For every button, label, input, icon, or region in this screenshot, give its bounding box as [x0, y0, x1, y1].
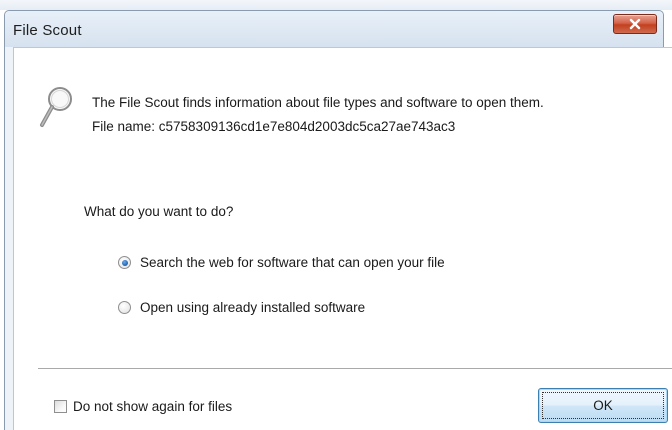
- radio-open-installed[interactable]: [118, 301, 131, 314]
- do-not-show-label: Do not show again for files: [73, 399, 233, 414]
- radio-search-web[interactable]: [118, 256, 131, 269]
- close-icon: [629, 18, 641, 30]
- option-search-web[interactable]: Search the web for software that can ope…: [118, 255, 445, 270]
- title-bar[interactable]: File Scout: [5, 11, 663, 47]
- window-title: File Scout: [13, 22, 82, 39]
- file-name-label: File name: c5758309136cd1e7e804d2003dc5c…: [92, 119, 456, 134]
- ok-button[interactable]: OK: [538, 388, 668, 423]
- background-strip: [0, 0, 672, 10]
- do-not-show-again[interactable]: Do not show again for files: [54, 399, 232, 414]
- close-button[interactable]: [613, 14, 657, 34]
- option-open-installed-label: Open using already installed software: [140, 300, 366, 315]
- option-open-installed[interactable]: Open using already installed software: [118, 300, 365, 315]
- option-search-web-label: Search the web for software that can ope…: [140, 255, 445, 270]
- ok-button-label: OK: [593, 398, 613, 413]
- file-scout-dialog: File Scout The File Scout finds informat…: [4, 10, 672, 430]
- separator-line: [38, 368, 672, 370]
- info-description: The File Scout finds information about f…: [92, 95, 544, 110]
- magnifier-icon: [40, 87, 72, 127]
- dialog-content: The File Scout finds information about f…: [13, 47, 672, 430]
- question-label: What do you want to do?: [84, 204, 234, 219]
- do-not-show-checkbox[interactable]: [54, 400, 67, 413]
